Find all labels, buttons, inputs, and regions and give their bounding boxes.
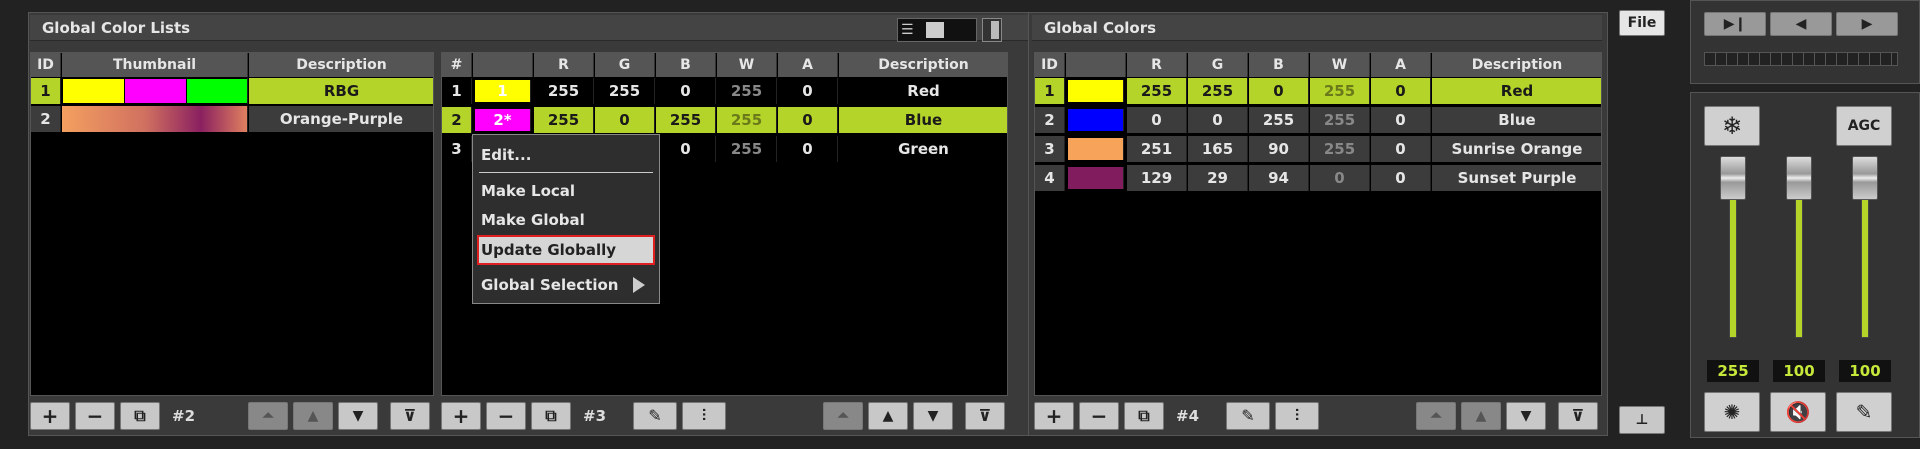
col-id: ID	[31, 53, 61, 77]
menu-item-make-local[interactable]: Make Local	[479, 178, 653, 204]
fader-2-value: 100	[1772, 359, 1826, 383]
color-filter-button[interactable]: ⊽	[965, 402, 1005, 430]
table-row[interactable]: 3 251 165 90 255 0 Sunrise Orange	[1035, 135, 1601, 163]
menu-item-edit[interactable]: Edit...	[479, 142, 653, 168]
color-swatch: 1	[475, 80, 531, 102]
context-menu: Edit... Make Local Make Global Update Gl…	[472, 134, 660, 304]
color-swatch	[1068, 109, 1124, 131]
global-filter-button[interactable]: ⊽	[1558, 402, 1598, 430]
fader-3-knob[interactable]	[1852, 156, 1878, 200]
add-color-button[interactable]: +	[441, 402, 481, 430]
freeze-button[interactable]: ❄	[1704, 106, 1760, 146]
play-pause-button[interactable]: ▶❙	[1704, 12, 1766, 36]
remove-list-button[interactable]: −	[75, 402, 115, 430]
submenu-arrow-icon	[633, 277, 645, 293]
global-edit-pencil-button[interactable]: ✎	[1226, 402, 1270, 430]
move-top-button[interactable]: ⏶	[248, 402, 288, 430]
table-row[interactable]: 1 1 255 255 0 255 0 Red	[442, 77, 1007, 105]
add-global-color-button[interactable]: +	[1034, 402, 1074, 430]
mute-audio-icon[interactable]: 🔇	[1770, 392, 1826, 432]
table-row[interactable]: 2 Orange-Purple	[31, 105, 433, 133]
move-down-button[interactable]: ▼	[338, 402, 378, 430]
list-icon: ☰	[901, 22, 914, 38]
file-button[interactable]: File	[1619, 10, 1665, 36]
global-move-down-button[interactable]: ▼	[1506, 402, 1546, 430]
table-row[interactable]: 4 129 29 94 0 0 Sunset Purple	[1035, 164, 1601, 192]
thumbnail-rbg	[62, 78, 248, 104]
mixer-button[interactable]: ⫶	[682, 402, 726, 430]
fader-1-value: 255	[1706, 359, 1760, 383]
global-move-top-button[interactable]: ⏶	[1416, 402, 1456, 430]
menu-item-global-selection[interactable]: Global Selection	[479, 272, 629, 298]
global-mixer-button[interactable]: ⫶	[1275, 402, 1319, 430]
split-view-icon[interactable]	[982, 18, 1002, 42]
color-swatch	[1068, 167, 1124, 189]
blackout-light-icon[interactable]: ✺	[1704, 392, 1760, 432]
thumbnail-orange-purple	[62, 106, 248, 132]
fader-2-knob[interactable]	[1786, 156, 1812, 200]
menu-item-update-globally[interactable]: Update Globally	[477, 235, 655, 265]
filter-button[interactable]: ⊽	[390, 402, 430, 430]
color-move-top-button[interactable]: ⏶	[823, 402, 863, 430]
view-mode-toggle[interactable]: ☰	[897, 18, 977, 42]
col-description: Description	[249, 53, 433, 77]
next-button[interactable]: ▶	[1836, 12, 1898, 36]
prev-button[interactable]: ◀	[1770, 12, 1832, 36]
list-count: #2	[172, 407, 196, 425]
color-lists-table: ID Thumbnail Description 1 RBG 2 Orange-…	[30, 52, 434, 396]
global-color-lists-title: Global Color Lists	[30, 15, 1028, 41]
color-swatch	[1068, 80, 1124, 102]
global-colors-table: ID R G B W A Description 1 255 255 0 255…	[1034, 52, 1602, 396]
add-list-button[interactable]: +	[30, 402, 70, 430]
col-thumbnail: Thumbnail	[62, 53, 248, 77]
dock-icon[interactable]: ⊥	[1619, 406, 1665, 434]
color-swatch	[1068, 138, 1124, 160]
global-move-up-button[interactable]: ▲	[1461, 402, 1501, 430]
duplicate-list-button[interactable]: ⧉	[120, 402, 160, 430]
fader-3-value: 100	[1838, 359, 1892, 383]
global-colors-title: Global Colors	[1032, 15, 1602, 41]
table-row[interactable]: 2 0 0 255 255 0 Blue	[1035, 106, 1601, 134]
timeline-bar[interactable]	[1704, 52, 1898, 66]
table-row[interactable]: 1 255 255 0 255 0 Red	[1035, 77, 1601, 105]
color-move-up-button[interactable]: ▲	[868, 402, 908, 430]
edit-pencil-button[interactable]: ✎	[633, 402, 677, 430]
fader-1-knob[interactable]	[1720, 156, 1746, 200]
color-swatch: 2*	[475, 109, 531, 131]
global-color-count: #4	[1176, 407, 1200, 425]
table-row[interactable]: 2 2* 255 0 255 255 0 Blue	[442, 106, 1007, 134]
menu-divider	[479, 172, 653, 173]
table-row[interactable]: 1 RBG	[31, 77, 433, 105]
menu-item-make-global[interactable]: Make Global	[479, 207, 653, 233]
duplicate-global-color-button[interactable]: ⧉	[1124, 402, 1164, 430]
move-up-button[interactable]: ▲	[293, 402, 333, 430]
remove-color-button[interactable]: −	[486, 402, 526, 430]
duplicate-color-button[interactable]: ⧉	[531, 402, 571, 430]
color-move-down-button[interactable]: ▼	[913, 402, 953, 430]
color-count: #3	[583, 407, 607, 425]
agc-button[interactable]: AGC	[1836, 106, 1892, 146]
remove-global-color-button[interactable]: −	[1079, 402, 1119, 430]
mute-mic-icon[interactable]: ✎	[1836, 392, 1892, 432]
